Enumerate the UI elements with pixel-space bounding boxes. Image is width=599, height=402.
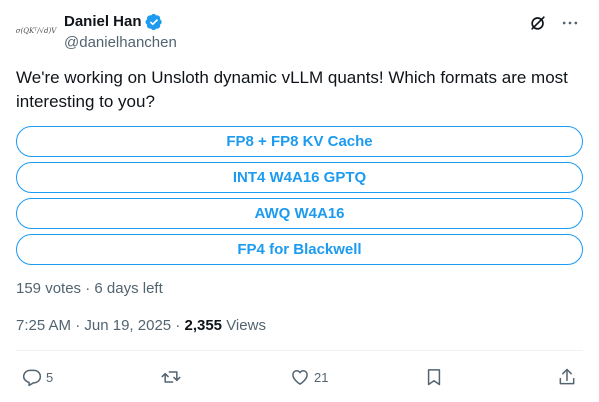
top-actions — [527, 12, 581, 34]
reply-icon — [22, 367, 42, 387]
poll-option-awq[interactable]: AWQ W4A16 — [16, 198, 583, 229]
bookmark-button[interactable] — [424, 364, 444, 390]
more-icon[interactable] — [559, 12, 581, 34]
poll-meta: 159 votes · 6 days left — [16, 280, 163, 297]
verified-badge-icon[interactable] — [145, 13, 163, 31]
tweet-date[interactable]: Jun 19, 2025 — [84, 317, 171, 334]
like-count: 21 — [314, 369, 329, 385]
divider — [16, 350, 583, 351]
tweet-time[interactable]: 7:25 AM — [16, 317, 71, 334]
reply-count: 5 — [46, 369, 54, 385]
retweet-icon — [161, 367, 181, 387]
share-button[interactable] — [557, 364, 577, 390]
author-name[interactable]: Daniel Han — [64, 12, 142, 32]
poll-option-fp8[interactable]: FP8 + FP8 KV Cache — [16, 126, 583, 157]
tweet-text: We're working on Unsloth dynamic vLLM qu… — [16, 68, 568, 111]
like-button[interactable]: 21 — [290, 364, 328, 390]
reply-button[interactable]: 5 — [22, 364, 53, 390]
share-icon — [557, 367, 577, 387]
views-label: Views — [222, 317, 266, 334]
retweet-button[interactable] — [161, 364, 185, 390]
action-bar: 5 21 — [0, 364, 599, 390]
poll-option-fp4[interactable]: FP4 for Blackwell — [16, 234, 583, 265]
avatar-text: σ(QKᵀ/√d)V — [15, 27, 57, 35]
author-name-row: Daniel Han — [64, 12, 163, 32]
timestamp-row: 7:25 AM · Jun 19, 2025 · 2,355 Views — [16, 316, 266, 336]
timestamp-separator: · — [171, 317, 185, 334]
tweet-card: σ(QKᵀ/√d)V Daniel Han @danielhanchen We'… — [0, 0, 599, 402]
heart-icon — [290, 367, 310, 387]
timestamp-separator: · — [71, 317, 85, 334]
grok-icon[interactable] — [527, 12, 549, 34]
poll: FP8 + FP8 KV Cache INT4 W4A16 GPTQ AWQ W… — [16, 126, 583, 270]
bookmark-icon — [424, 367, 444, 387]
author-handle[interactable]: @danielhanchen — [64, 33, 177, 53]
poll-option-int4[interactable]: INT4 W4A16 GPTQ — [16, 162, 583, 193]
avatar[interactable]: σ(QKᵀ/√d)V — [16, 11, 56, 51]
views-count: 2,355 — [184, 317, 223, 334]
